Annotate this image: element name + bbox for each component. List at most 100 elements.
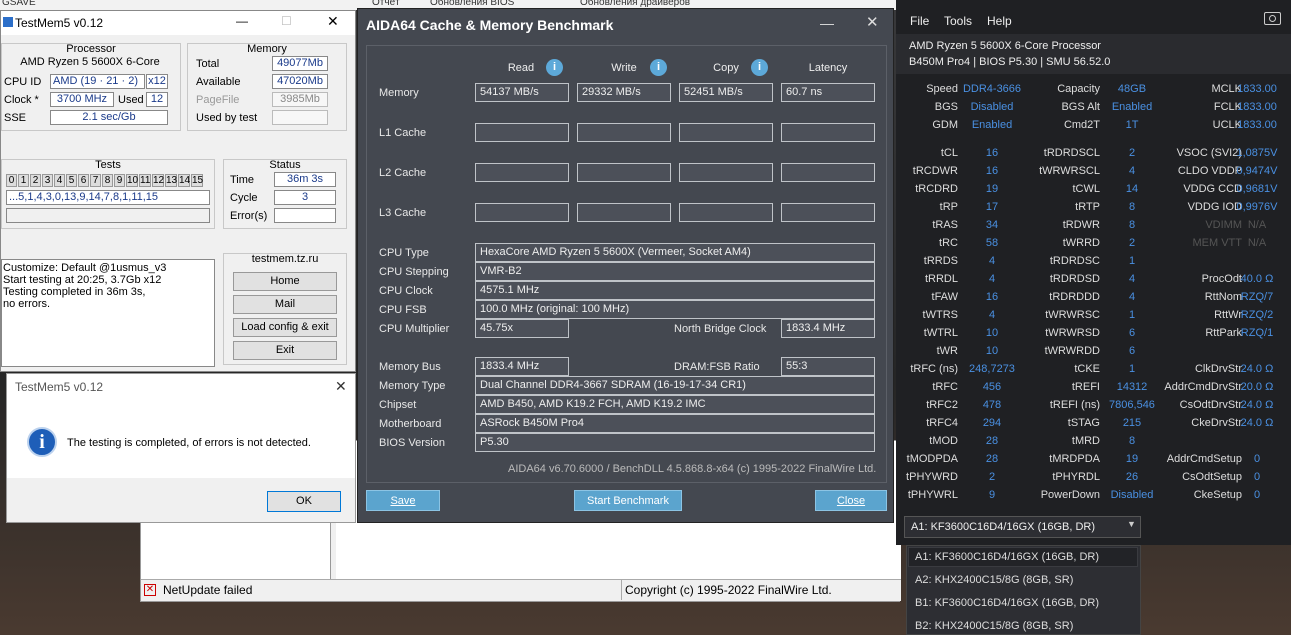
param-value: 1833.00 bbox=[1237, 119, 1277, 131]
timing-value: 10 bbox=[985, 345, 999, 357]
cpu-multiplier-label: CPU Multiplier bbox=[379, 323, 450, 335]
info-icon: i bbox=[27, 427, 57, 457]
chipset-label: Chipset bbox=[379, 399, 417, 411]
timing-value: 2 bbox=[988, 471, 996, 483]
timing-value: 16 bbox=[985, 165, 999, 177]
board-info: B450M Pro4 | BIOS P5.30 | SMU 56.52.0 bbox=[909, 56, 1111, 68]
dimm-option[interactable]: A1: KF3600C16D4/16GX (16GB, DR) bbox=[915, 551, 1099, 563]
info-icon[interactable]: i bbox=[751, 59, 768, 76]
timing-value: 24.0 Ω bbox=[1240, 363, 1274, 375]
dimm-option[interactable]: B1: KF3600C16D4/16GX (16GB, DR) bbox=[915, 597, 1099, 609]
memory-read: 54137 MB/s bbox=[475, 83, 569, 102]
timing-label: tRC bbox=[939, 237, 958, 249]
timing-label: tREFI (ns) bbox=[1049, 399, 1100, 411]
mail-button[interactable]: Mail bbox=[233, 295, 337, 314]
test-sequence: ...5,1,4,3,0,13,9,14,7,8,1,11,15 bbox=[6, 190, 210, 205]
screenshot-icon[interactable] bbox=[1264, 12, 1281, 25]
menu-file[interactable]: File bbox=[910, 14, 929, 28]
log-textbox[interactable]: Customize: Default @1usmus_v3 Start test… bbox=[1, 259, 215, 367]
l1-copy bbox=[679, 123, 773, 142]
used-by-test-label: Used by test bbox=[196, 112, 258, 124]
latency-header: Latency bbox=[808, 62, 848, 74]
progress-bar bbox=[6, 208, 210, 223]
test-number: 14 bbox=[178, 174, 191, 187]
load-config-button[interactable]: Load config & exit bbox=[233, 318, 337, 337]
dialog-footer: OK bbox=[7, 478, 355, 522]
timing-value: 4 bbox=[988, 273, 996, 285]
timing-label: tRFC2 bbox=[926, 399, 958, 411]
copyright-text: Copyright (c) 1995-2022 FinalWire Ltd. bbox=[625, 583, 832, 597]
log-line: Start testing at 20:25, 3.7Gb x12 bbox=[3, 274, 162, 286]
nb-clock-label: North Bridge Clock bbox=[674, 323, 767, 335]
close-button[interactable]: Close bbox=[815, 490, 887, 511]
close-icon[interactable]: ✕ bbox=[327, 13, 339, 30]
l2-row-label: L2 Cache bbox=[379, 167, 427, 179]
top-params: Speed DDR4-3666 Capacity 48GB MCLK 1833.00 BGS… bbox=[896, 83, 1291, 139]
timing-value: 1 bbox=[1128, 309, 1136, 321]
dimm-option[interactable]: B2: KHX2400C15/8G (8GB, SR) bbox=[915, 620, 1073, 632]
used-label: Used bbox=[118, 94, 144, 106]
timing-value: 4 bbox=[988, 255, 996, 267]
save-button[interactable]: Save bbox=[366, 490, 440, 511]
menu-help[interactable]: Help bbox=[987, 14, 1012, 28]
test-number: 6 bbox=[78, 174, 89, 187]
timing-value: 14 bbox=[1125, 183, 1139, 195]
info-icon[interactable]: i bbox=[546, 59, 563, 76]
cpu-name: AMD Ryzen 5 5600X 6-Core Processor bbox=[909, 40, 1101, 52]
used-field[interactable]: 12 bbox=[146, 92, 168, 107]
group-title: testmem.tz.ru bbox=[251, 253, 319, 265]
close-icon[interactable]: ✕ bbox=[866, 13, 879, 31]
l3-latency bbox=[781, 203, 875, 222]
timing-label: tRFC4 bbox=[926, 417, 958, 429]
l1-write bbox=[577, 123, 671, 142]
timing-value: 6 bbox=[1128, 345, 1136, 357]
taskbar-item[interactable]: Обновления BIOS bbox=[430, 0, 514, 8]
taskbar-item[interactable]: Обновления драйверов bbox=[580, 0, 690, 8]
cpu-stepping-label: CPU Stepping bbox=[379, 266, 449, 278]
menu-tools[interactable]: Tools bbox=[944, 14, 972, 28]
test-number: 8 bbox=[102, 174, 113, 187]
minimize-icon[interactable]: — bbox=[236, 14, 248, 28]
used-by-test-field bbox=[272, 110, 328, 125]
zentimings-window: File Tools Help AMD Ryzen 5 5600X 6-Core… bbox=[896, 0, 1291, 545]
dimm-selected: A1: KF3600C16D4/16GX (16GB, DR) bbox=[911, 521, 1096, 533]
start-benchmark-button[interactable]: Start Benchmark bbox=[574, 490, 682, 511]
timing-value: 1,0875V bbox=[1236, 147, 1278, 159]
param-value: 1T bbox=[1125, 119, 1139, 131]
motherboard-label: Motherboard bbox=[379, 418, 442, 430]
timing-label: tSTAG bbox=[1067, 417, 1100, 429]
minimize-icon[interactable]: — bbox=[820, 15, 834, 31]
cycle-label: Cycle bbox=[230, 192, 258, 204]
group-title: Processor bbox=[66, 43, 116, 55]
timing-label: tPHYWRD bbox=[906, 471, 958, 483]
timing-value: 24.0 Ω bbox=[1240, 417, 1274, 429]
title-bar: TestMem5 v0.12 — ☐ ✕ bbox=[1, 11, 355, 35]
timing-value: 478 bbox=[982, 399, 1002, 411]
error-icon: ✕ bbox=[144, 584, 156, 596]
info-icon[interactable]: i bbox=[650, 59, 667, 76]
completion-dialog: TestMem5 v0.12 ✕ i The testing is comple… bbox=[6, 373, 356, 523]
cpu-id-label: CPU ID bbox=[4, 76, 42, 88]
home-button[interactable]: Home bbox=[233, 272, 337, 291]
test-number: 7 bbox=[90, 174, 101, 187]
timing-value: 4 bbox=[1128, 291, 1136, 303]
divider bbox=[621, 580, 622, 600]
taskbar-item[interactable]: Отчёт bbox=[372, 0, 400, 8]
group-title: Tests bbox=[95, 159, 121, 171]
ok-button[interactable]: OK bbox=[267, 491, 341, 512]
exit-button[interactable]: Exit bbox=[233, 341, 337, 360]
dimm-option[interactable]: A2: KHX2400C15/8G (8GB, SR) bbox=[915, 574, 1073, 586]
timing-value: 16 bbox=[985, 147, 999, 159]
close-icon[interactable]: ✕ bbox=[335, 378, 347, 395]
param-value: 1833.00 bbox=[1237, 101, 1277, 113]
taskbar-item[interactable]: GSAVE bbox=[2, 0, 36, 8]
timing-label: PowerDown bbox=[1040, 489, 1100, 501]
timing-value: 28 bbox=[985, 453, 999, 465]
timing-label: tRDRDSD bbox=[1049, 273, 1100, 285]
timing-value: 8 bbox=[1128, 435, 1136, 447]
timing-label: tPHYWRL bbox=[907, 489, 958, 501]
l3-read bbox=[475, 203, 569, 222]
timing-label: tRDRDDD bbox=[1049, 291, 1100, 303]
dimm-select[interactable]: A1: KF3600C16D4/16GX (16GB, DR) ▼ bbox=[904, 516, 1141, 538]
param-label: BGS Alt bbox=[1061, 101, 1100, 113]
